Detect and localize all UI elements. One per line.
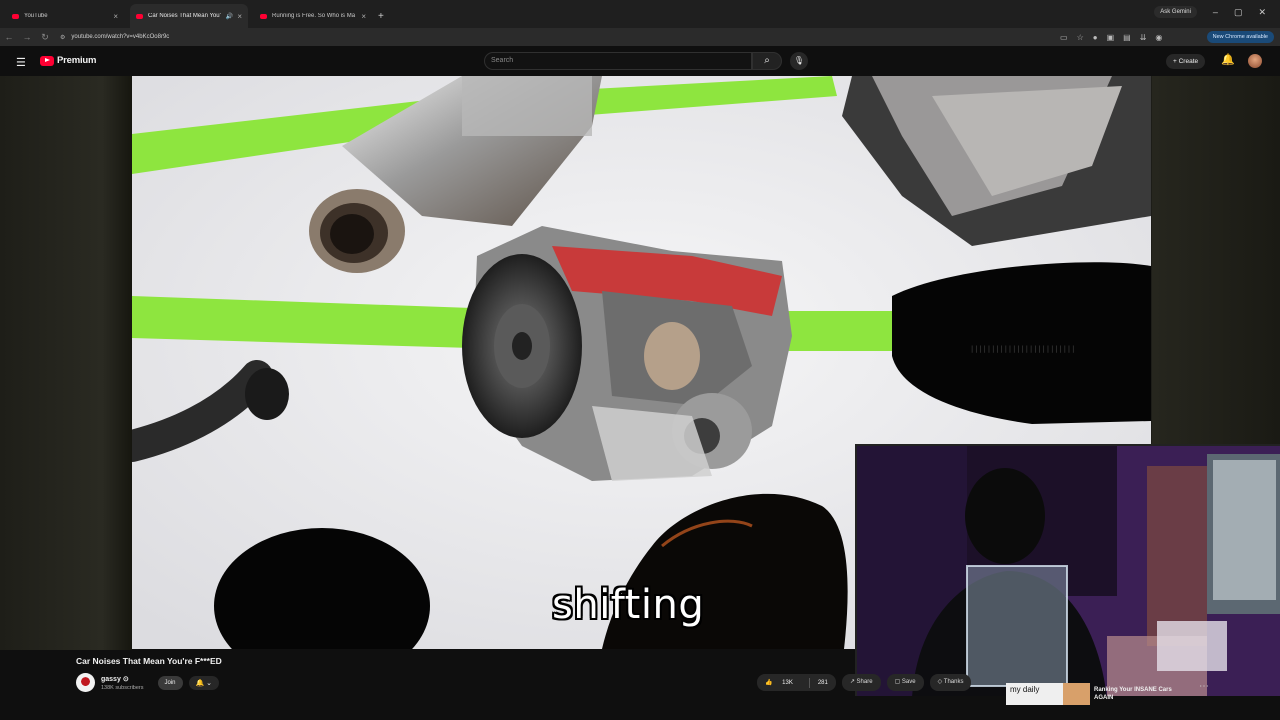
close-icon[interactable]: ×: [113, 12, 118, 21]
subscribe-bell-button[interactable]: 🔔 ⌄: [188, 675, 220, 690]
profile-icon[interactable]: ◉: [1155, 33, 1162, 42]
notifications-bell-icon[interactable]: 🔔: [1221, 53, 1235, 66]
site-info-icon[interactable]: ⚙: [60, 34, 65, 41]
tab-title: Running is Free. So Who is Ma: [272, 13, 356, 19]
menu-icon[interactable]: ☰: [16, 56, 26, 69]
green-stripe: [782, 311, 892, 351]
minimize-icon[interactable]: –: [1213, 7, 1218, 17]
search-input[interactable]: Search: [484, 52, 752, 70]
video-caption: shifting: [552, 582, 705, 628]
action-bar: 👍 13K 281 ↗ Share ▢ Save ◇ Thanks: [757, 674, 972, 691]
person-head: [965, 468, 1045, 564]
close-icon[interactable]: ×: [361, 12, 366, 21]
more-options-icon[interactable]: ⋯: [1199, 681, 1209, 692]
window-close-icon[interactable]: ✕: [1258, 7, 1266, 18]
new-chrome-available-button[interactable]: New Chrome available: [1206, 31, 1274, 43]
cast-icon[interactable]: ▭: [1060, 33, 1068, 42]
youtube-masthead: ☰ Premium Search ⌕ 🎙 + Create 🔔: [0, 46, 1280, 76]
reload-icon[interactable]: ↻: [36, 32, 54, 43]
webcam-frame: [857, 446, 1280, 696]
close-icon[interactable]: ×: [237, 12, 242, 21]
youtube-logo[interactable]: Premium: [40, 55, 96, 66]
browser-tab[interactable]: YouTube ×: [6, 4, 124, 28]
back-icon[interactable]: ←: [0, 32, 18, 42]
recommended-title[interactable]: Ranking Your INSANE Cars AGAIN: [1094, 686, 1174, 702]
channel-name[interactable]: gassy ⊙: [101, 675, 144, 683]
streamer-webcam: [855, 444, 1280, 696]
download-icon[interactable]: ⇊: [1140, 33, 1147, 42]
maximize-icon[interactable]: ▢: [1234, 7, 1243, 18]
voice-search-button[interactable]: 🎙: [790, 52, 808, 70]
logo-text: Premium: [57, 55, 97, 66]
subscriber-count: 138K subscribers: [101, 684, 144, 691]
share-button[interactable]: ↗ Share: [841, 674, 881, 691]
url-text: youtube.com/watch?v=v4bKcOo8r9c: [71, 34, 170, 40]
browser-tab[interactable]: Running is Free. So Who is Ma ×: [254, 4, 372, 28]
youtube-favicon-icon: [136, 13, 143, 19]
tab-title: Car Noises That Mean You': [148, 13, 221, 19]
extension-icon[interactable]: ●: [1093, 33, 1098, 42]
forward-icon[interactable]: →: [18, 32, 36, 42]
youtube-play-icon: [40, 55, 54, 66]
thanks-button[interactable]: ◇ Thanks: [929, 674, 972, 691]
tab-title: YouTube: [24, 13, 48, 19]
blob-texture: |||||||||||||||||||||||||: [970, 345, 1075, 353]
account-avatar[interactable]: [1248, 54, 1262, 68]
speaker-icon[interactable]: 🔊: [226, 13, 233, 20]
channel-avatar[interactable]: [76, 673, 95, 692]
puzzle-icon[interactable]: ▣: [1107, 33, 1115, 42]
microphone-icon: 🎙: [793, 56, 805, 65]
sidepanel-icon[interactable]: ▤: [1123, 33, 1131, 42]
new-tab-icon[interactable]: +: [378, 11, 384, 22]
ask-gemini-button[interactable]: Ask Gemini: [1154, 6, 1197, 18]
video-title: Car Noises That Mean You're F***ED: [76, 656, 222, 666]
save-button[interactable]: ▢ Save: [886, 674, 924, 691]
recommended-video[interactable]: my daily Ranking Your INSANE Cars AGAIN: [1006, 683, 1174, 705]
youtube-favicon-icon: [12, 13, 19, 19]
url-field[interactable]: ⚙ youtube.com/watch?v=v4bKcOo8r9c: [60, 30, 1060, 44]
youtube-favicon-icon: [260, 13, 267, 19]
recommended-thumbnail[interactable]: my daily: [1006, 683, 1090, 705]
dislike-button[interactable]: 281: [810, 680, 836, 686]
like-button[interactable]: 👍 13K: [757, 679, 809, 686]
address-toolbar: ← → ↻ ⚙ youtube.com/watch?v=v4bKcOo8r9c …: [0, 28, 1280, 46]
create-label: Create: [1178, 58, 1199, 65]
verified-icon: ⊙: [122, 675, 129, 683]
channel-row: gassy ⊙ 138K subscribers Join 🔔 ⌄: [76, 673, 220, 692]
plastic-container: [967, 566, 1067, 686]
bookmark-star-icon[interactable]: ☆: [1077, 33, 1084, 42]
create-button[interactable]: + Create: [1166, 54, 1206, 69]
browser-tab-strip: YouTube × Car Noises That Mean You' 🔊 × …: [0, 0, 1280, 28]
search-icon: ⌕: [764, 55, 770, 66]
join-button[interactable]: Join: [157, 675, 183, 690]
search-button[interactable]: ⌕: [752, 52, 782, 70]
like-dislike-group: 👍 13K 281: [757, 674, 836, 691]
browser-tab-active[interactable]: Car Noises That Mean You' 🔊 ×: [130, 4, 248, 28]
